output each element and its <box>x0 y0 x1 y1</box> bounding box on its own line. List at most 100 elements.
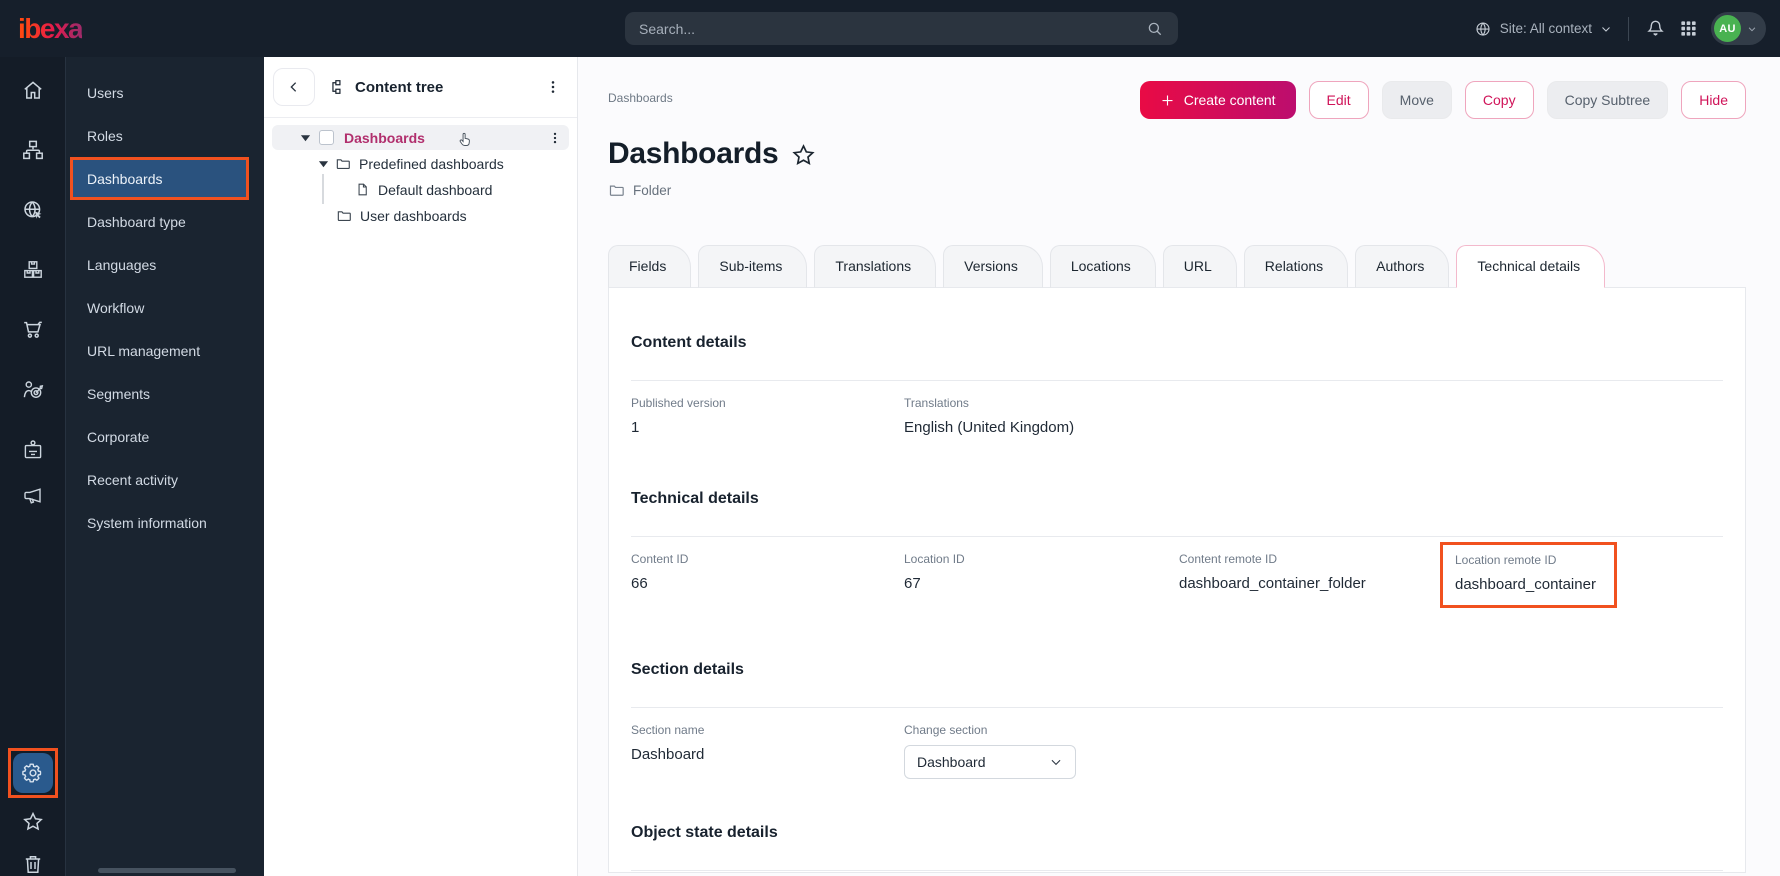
hand-cursor-icon <box>455 130 474 149</box>
tab-url[interactable]: URL <box>1163 245 1237 288</box>
edit-button[interactable]: Edit <box>1309 81 1369 119</box>
orange-highlight-box <box>8 748 58 798</box>
tab-locations[interactable]: Locations <box>1050 245 1156 288</box>
product-catalog-icon[interactable] <box>21 258 45 282</box>
ibexa-logo[interactable]: ibexa <box>18 13 82 45</box>
sidebar-item-label: Roles <box>87 128 123 144</box>
tree-item-label: User dashboards <box>360 208 467 224</box>
create-content-button[interactable]: Create content <box>1140 81 1296 119</box>
object-state-details-heading: Object state details <box>631 824 1723 842</box>
trash-icon[interactable] <box>21 852 45 876</box>
copy-button[interactable]: Copy <box>1465 81 1534 119</box>
content-details-fields: Published version 1 Translations English… <box>631 396 1723 436</box>
tree-row-default-dashboard[interactable]: Default dashboard <box>272 177 569 202</box>
tab-authors[interactable]: Authors <box>1355 245 1449 288</box>
bookmark-star-icon[interactable] <box>790 142 817 169</box>
user-menu[interactable]: AU <box>1711 12 1766 45</box>
tree-item-kebab-icon[interactable] <box>548 131 562 145</box>
change-section-select[interactable]: Dashboard <box>904 745 1076 779</box>
field-value: dashboard_container <box>1455 576 1596 593</box>
caret-down-icon[interactable] <box>318 160 329 168</box>
tab-relations[interactable]: Relations <box>1244 245 1348 288</box>
location-remote-id-field: Location remote ID dashboard_container <box>1454 552 1723 608</box>
plus-icon <box>1160 93 1175 108</box>
copy-subtree-button[interactable]: Copy Subtree <box>1547 81 1669 119</box>
breadcrumb[interactable]: Dashboards <box>608 91 673 105</box>
section-divider <box>631 707 1723 708</box>
tab-bar: Fields Sub-items Translations Versions L… <box>608 245 1746 287</box>
content-id-field: Content ID 66 <box>631 552 904 592</box>
sidebar-item-segments[interactable]: Segments <box>66 372 264 415</box>
content-tree-icon <box>328 78 346 96</box>
field-value: 1 <box>631 419 904 436</box>
caret-down-icon[interactable] <box>300 134 311 142</box>
content-remote-id-field: Content remote ID dashboard_container_fo… <box>1179 552 1454 592</box>
sidebar-item-languages[interactable]: Languages <box>66 243 264 286</box>
field-label: Translations <box>904 396 1179 410</box>
sidebar-item-users[interactable]: Users <box>66 71 264 114</box>
notifications-bell-icon[interactable] <box>1645 18 1666 39</box>
sidebar-item-url-management[interactable]: URL management <box>66 329 264 372</box>
corporate-badge-icon[interactable] <box>21 438 45 462</box>
global-search-input[interactable]: Search... <box>625 12 1178 45</box>
tab-translations[interactable]: Translations <box>814 245 936 288</box>
app-body: Users Roles Dashboards Dashboard type La… <box>0 57 1780 876</box>
field-label: Section name <box>631 723 904 737</box>
commerce-cart-icon[interactable] <box>21 318 45 342</box>
sidebar-item-dashboards[interactable]: Dashboards <box>70 157 249 200</box>
content-structure-icon[interactable] <box>21 138 45 162</box>
apps-grid-icon[interactable] <box>1679 19 1698 38</box>
sidebar-item-label: Corporate <box>87 429 149 445</box>
tree-row-user-dashboards[interactable]: User dashboards <box>272 203 569 228</box>
section-details-heading: Section details <box>631 661 1723 679</box>
personalization-target-icon[interactable] <box>21 378 45 402</box>
sidebar-item-system-information[interactable]: System information <box>66 501 264 544</box>
technical-details-heading: Technical details <box>631 490 1723 508</box>
content-type-label: Folder <box>633 183 671 198</box>
admin-settings-button[interactable] <box>13 753 53 793</box>
hide-button[interactable]: Hide <box>1681 81 1746 119</box>
collapse-tree-button[interactable] <box>273 68 315 106</box>
content-details-heading: Content details <box>631 334 1723 352</box>
action-buttons: Create content Edit Move Copy Copy Subtr… <box>1140 81 1746 119</box>
tree-item-label: Default dashboard <box>378 182 492 198</box>
sidebar-item-corporate[interactable]: Corporate <box>66 415 264 458</box>
menu-scrollbar[interactable] <box>98 868 236 873</box>
tree-row-dashboards[interactable]: Dashboards <box>272 125 569 150</box>
sidebar-item-workflow[interactable]: Workflow <box>66 286 264 329</box>
bookmarks-star-icon[interactable] <box>21 810 45 834</box>
page-header: Dashboards Create content Edit Move Copy… <box>608 57 1746 119</box>
sidebar-item-roles[interactable]: Roles <box>66 114 264 157</box>
tab-versions[interactable]: Versions <box>943 245 1043 288</box>
orange-highlight-box: Location remote ID dashboard_container <box>1440 542 1617 608</box>
site-context-dropdown[interactable]: Site: All context <box>1474 20 1612 38</box>
field-label: Location remote ID <box>1455 553 1596 567</box>
change-section-field: Change section Dashboard <box>904 723 1179 779</box>
site-globe-icon[interactable] <box>21 198 45 222</box>
tree-guide-line <box>322 174 324 204</box>
home-icon[interactable] <box>21 78 45 102</box>
section-divider <box>631 380 1723 381</box>
technical-details-panel: Content details Published version 1 Tran… <box>608 287 1746 873</box>
sidebar-item-label: System information <box>87 515 207 531</box>
tree-checkbox[interactable] <box>319 130 334 145</box>
chevron-left-icon <box>286 79 302 95</box>
field-label: Content ID <box>631 552 904 566</box>
tab-sub-items[interactable]: Sub-items <box>698 245 807 288</box>
sidebar-item-label: Workflow <box>87 300 144 316</box>
sidebar-item-recent-activity[interactable]: Recent activity <box>66 458 264 501</box>
field-label: Content remote ID <box>1179 552 1454 566</box>
main-content: Dashboards Create content Edit Move Copy… <box>578 57 1780 876</box>
tab-technical-details[interactable]: Technical details <box>1456 245 1605 288</box>
tab-fields[interactable]: Fields <box>608 245 691 288</box>
field-value: 66 <box>631 575 904 592</box>
chevron-down-icon <box>1600 23 1612 35</box>
tree-row-predefined-dashboards[interactable]: Predefined dashboards <box>272 151 569 176</box>
move-button[interactable]: Move <box>1382 81 1452 119</box>
tree-options-kebab-icon[interactable] <box>545 79 561 95</box>
sidebar-item-dashboard-type[interactable]: Dashboard type <box>66 200 264 243</box>
section-divider <box>631 536 1723 537</box>
marketing-megaphone-icon[interactable] <box>21 484 45 508</box>
ibexa-admin-app: ibexa Search... Site: All context <box>0 0 1780 876</box>
section-name-field: Section name Dashboard <box>631 723 904 763</box>
